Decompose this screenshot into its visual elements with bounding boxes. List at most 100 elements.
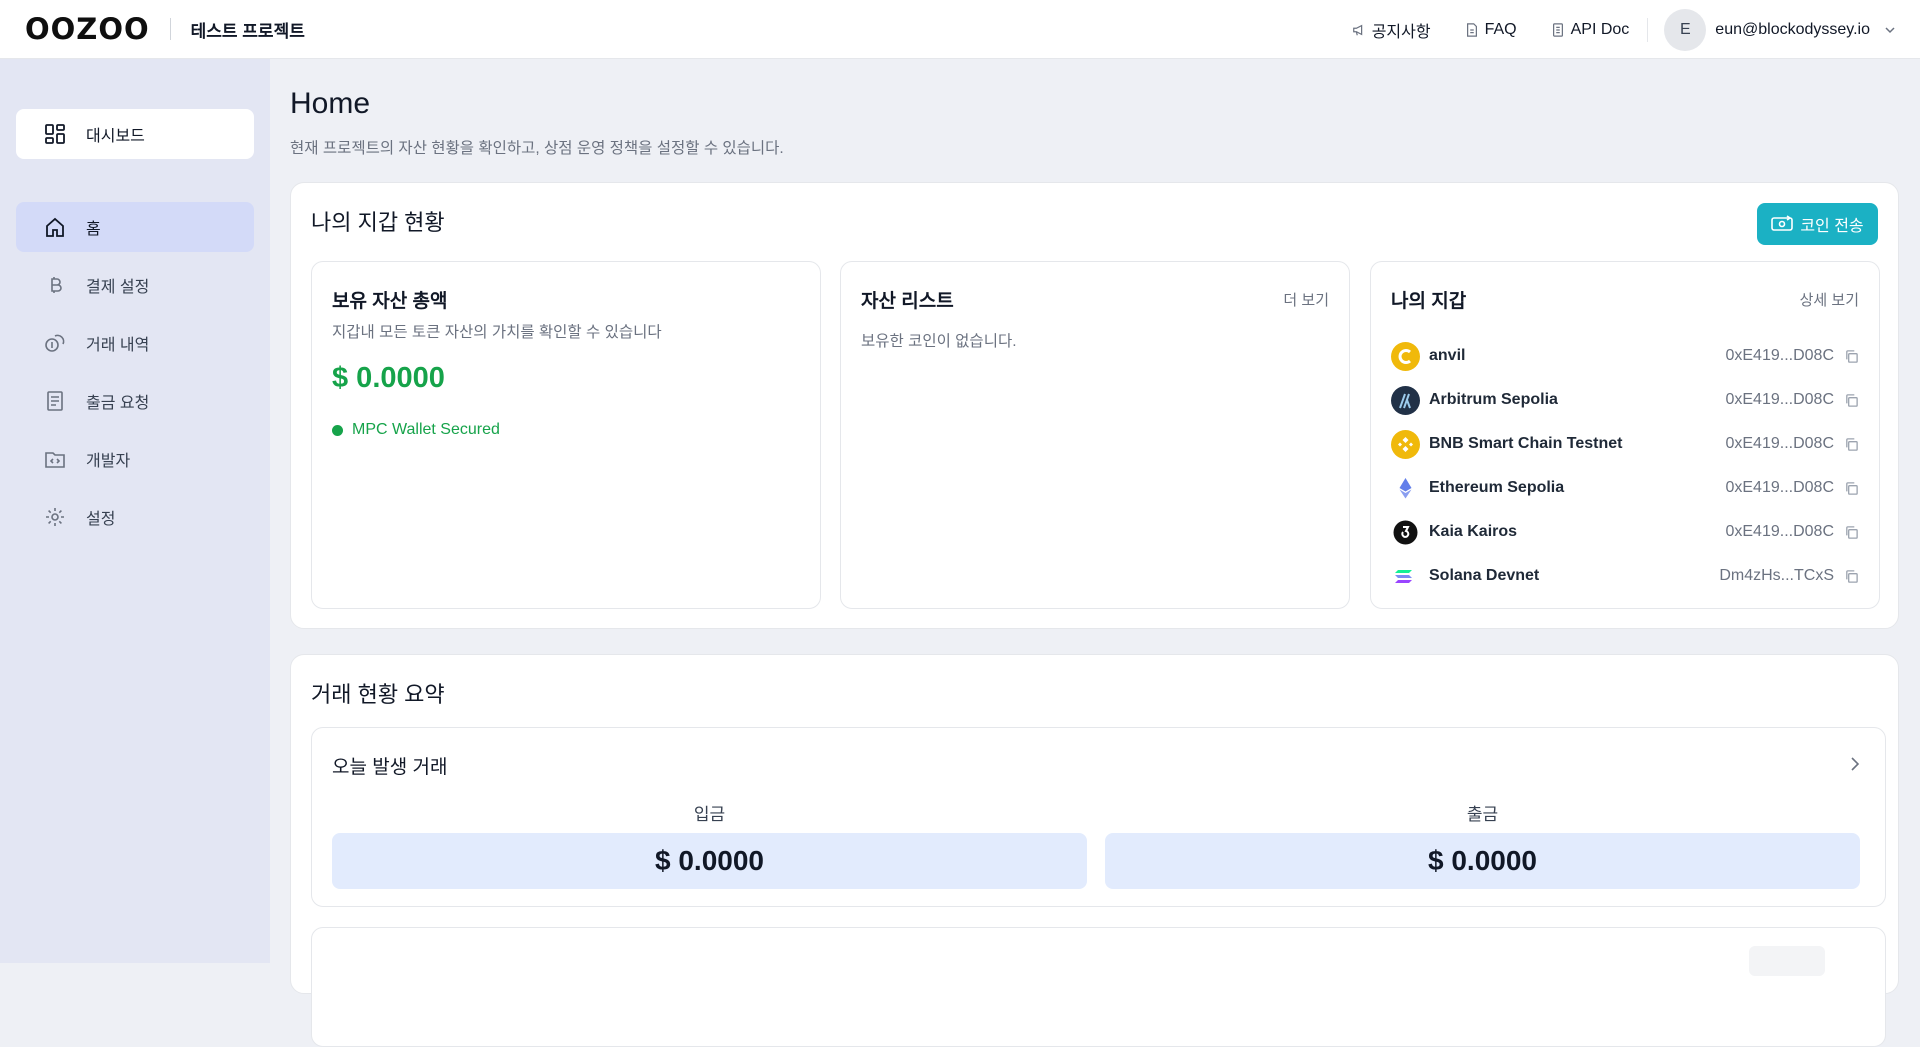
total-assets-title: 보유 자산 총액 <box>332 291 448 312</box>
top-header: OOZOO 테스트 프로젝트 공지사항 FAQ API Doc E eun@bl… <box>0 0 1920 59</box>
ethereum-coin-icon <box>1391 474 1420 503</box>
wallet-address: 0xE419...D08C <box>1725 523 1834 540</box>
tx-summary-title: 거래 현황 요약 <box>311 682 445 707</box>
deposit-column: 입금 $ 0.0000 <box>332 800 1087 889</box>
notice-link[interactable]: 공지사항 <box>1352 18 1431 42</box>
sidebar-nav: 홈 결제 설정 거래 내역 출금 요청 개발자 설정 <box>16 202 254 550</box>
wallet-status-card: 나의 지갑 현황 코인 전송 보유 자산 총액 지갑내 모든 토큰 자산의 가치… <box>290 182 1899 629</box>
dashboard-button[interactable]: 대시보드 <box>16 109 254 159</box>
page-title: Home <box>290 87 371 120</box>
project-name[interactable]: 테스트 프로젝트 <box>191 17 305 42</box>
header-right: 공지사항 FAQ API Doc E eun@blockodyssey.io <box>1318 0 1896 59</box>
send-coin-button[interactable]: 코인 전송 <box>1757 203 1878 245</box>
copy-icon[interactable] <box>1844 525 1859 540</box>
wallet-row-solana-devnet: Solana Devnet Dm4zHs...TCxS <box>1391 554 1859 598</box>
chevron-right-icon[interactable] <box>1847 756 1861 772</box>
solana-coin-icon <box>1391 562 1420 591</box>
arbitrum-coin-icon <box>1391 385 1420 415</box>
my-wallets-title: 나의 지갑 <box>1391 291 1467 312</box>
withdraw-column: 출금 $ 0.0000 <box>1105 800 1860 889</box>
sidebar: 대시보드 홈 결제 설정 거래 내역 출금 요청 개발자 설정 <box>0 59 270 963</box>
my-wallets-card: 나의 지갑 상세 보기 anvil 0xE419...D08C Arbitrum… <box>1370 261 1880 609</box>
copy-icon[interactable] <box>1844 569 1859 584</box>
sidebar-item-withdrawal-requests[interactable]: 출금 요청 <box>16 376 254 426</box>
copy-icon[interactable] <box>1844 437 1859 452</box>
wallet-name: Kaia Kairos <box>1429 523 1518 540</box>
wallet-name: BNB Smart Chain Testnet <box>1429 435 1623 452</box>
wallet-row-arbitrum-sepolia: Arbitrum Sepolia 0xE419...D08C <box>1391 378 1859 422</box>
next-summary-button[interactable] <box>1749 946 1825 976</box>
deposit-label: 입금 <box>693 805 726 824</box>
copy-icon[interactable] <box>1844 349 1859 364</box>
next-summary-card <box>311 927 1886 1047</box>
main-content: Home 현재 프로젝트의 자산 현황을 확인하고, 상점 운영 정책을 설정할… <box>270 59 1920 1047</box>
megaphone-icon <box>1352 24 1362 35</box>
total-balance: $ 0.0000 <box>332 362 445 394</box>
today-tx-title: 오늘 발생 거래 <box>332 757 448 778</box>
bitcoin-icon <box>51 277 62 293</box>
receipt-icon <box>47 391 63 411</box>
withdraw-label: 출금 <box>1466 805 1499 824</box>
api-doc-link[interactable]: API Doc <box>1551 20 1630 39</box>
document-icon <box>1466 22 1477 37</box>
notice-label: 공지사항 <box>1371 23 1431 41</box>
anvil-coin-icon <box>1391 341 1420 371</box>
sidebar-item-settings[interactable]: 설정 <box>16 492 254 542</box>
app-logo[interactable]: OOZOO <box>25 12 150 46</box>
sidebar-item-transactions[interactable]: 거래 내역 <box>16 318 254 368</box>
mpc-secured-status: MPC Wallet Secured <box>332 421 500 439</box>
coins-icon <box>45 334 65 352</box>
send-money-icon <box>1771 215 1794 231</box>
sidebar-item-home[interactable]: 홈 <box>16 202 254 252</box>
wallet-row-kaia-kairos: Kaia Kairos 0xE419...D08C <box>1391 510 1859 554</box>
dashboard-label: 대시보드 <box>86 128 145 145</box>
total-assets-card: 보유 자산 총액 지갑내 모든 토큰 자산의 가치를 확인할 수 있습니다 $ … <box>311 261 821 609</box>
mpc-secured-label: MPC Wallet Secured <box>352 421 500 438</box>
home-icon <box>46 217 64 237</box>
header-separator <box>1647 17 1649 42</box>
my-wallets-detail-link[interactable]: 상세 보기 <box>1800 289 1859 310</box>
api-doc-icon <box>1552 22 1563 37</box>
avatar[interactable]: E <box>1664 8 1707 51</box>
sidebar-item-label: 홈 <box>86 221 101 238</box>
wallet-name: Arbitrum Sepolia <box>1429 391 1558 408</box>
sidebar-item-label: 거래 내역 <box>86 337 150 354</box>
wallet-address: Dm4zHs...TCxS <box>1719 567 1834 584</box>
wallet-address: 0xE419...D08C <box>1725 391 1834 408</box>
copy-icon[interactable] <box>1844 481 1859 496</box>
sidebar-item-developer[interactable]: 개발자 <box>16 434 254 484</box>
dashboard-icon <box>45 124 65 144</box>
wallet-status-title: 나의 지갑 현황 <box>311 210 445 235</box>
deposit-amount: $ 0.0000 <box>332 833 1087 889</box>
total-assets-desc: 지갑내 모든 토큰 자산의 가치를 확인할 수 있습니다 <box>332 324 662 341</box>
asset-list-title: 자산 리스트 <box>861 291 954 312</box>
wallet-row-ethereum-sepolia: Ethereum Sepolia 0xE419...D08C <box>1391 466 1859 510</box>
wallet-address: 0xE419...D08C <box>1725 479 1834 496</box>
faq-link[interactable]: FAQ <box>1465 21 1517 39</box>
sidebar-item-label: 출금 요청 <box>86 395 150 412</box>
asset-list-more-link[interactable]: 더 보기 <box>1283 289 1329 310</box>
wallet-row-anvil: anvil 0xE419...D08C <box>1391 334 1859 378</box>
code-folder-icon <box>45 452 65 468</box>
sidebar-item-label: 개발자 <box>86 453 131 470</box>
asset-list-empty: 보유한 코인이 없습니다. <box>861 333 1017 350</box>
wallet-name: anvil <box>1429 347 1466 364</box>
sidebar-item-payment-settings[interactable]: 결제 설정 <box>16 260 254 310</box>
bnb-coin-icon <box>1391 429 1420 459</box>
tx-summary-card: 거래 현황 요약 오늘 발생 거래 입금 $ 0.0000 출금 $ 0.000… <box>290 654 1899 1047</box>
faq-label: FAQ <box>1484 20 1517 38</box>
wallet-address: 0xE419...D08C <box>1725 435 1834 452</box>
asset-list-card: 자산 리스트 더 보기 보유한 코인이 없습니다. <box>840 261 1350 609</box>
chevron-down-icon[interactable] <box>1884 24 1896 36</box>
user-email[interactable]: eun@blockodyssey.io <box>1715 21 1870 39</box>
gear-icon <box>46 508 64 526</box>
wallet-list: anvil 0xE419...D08C Arbitrum Sepolia 0xE… <box>1391 334 1859 598</box>
api-doc-label: API Doc <box>1570 20 1630 38</box>
kaia-coin-icon <box>1391 518 1420 547</box>
today-tx-card[interactable]: 오늘 발생 거래 입금 $ 0.0000 출금 $ 0.0000 <box>311 727 1886 907</box>
wallet-row-bnb-testnet: BNB Smart Chain Testnet 0xE419...D08C <box>1391 422 1859 466</box>
sidebar-item-label: 설정 <box>86 511 116 528</box>
copy-icon[interactable] <box>1844 393 1859 408</box>
wallet-name: Ethereum Sepolia <box>1429 479 1565 496</box>
status-dot-icon <box>332 424 343 436</box>
